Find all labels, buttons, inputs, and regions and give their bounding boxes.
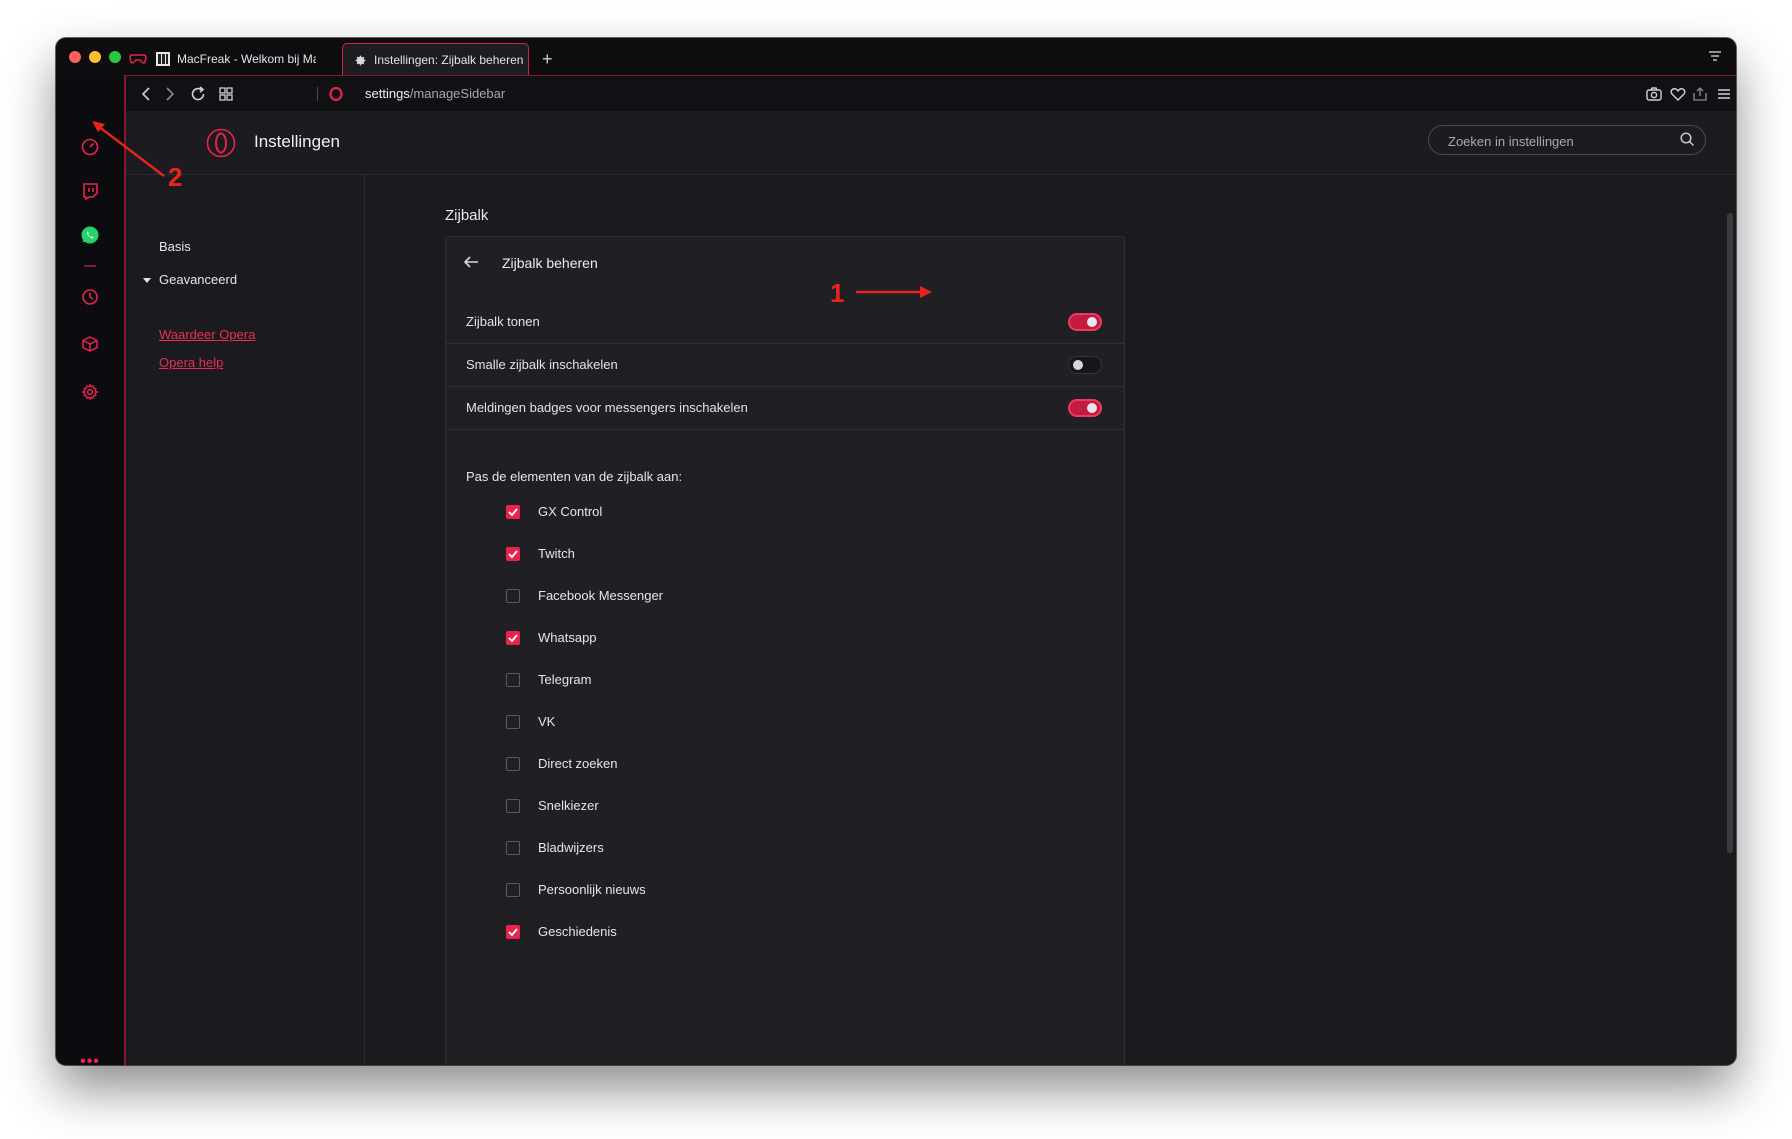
settings-icon[interactable] [78, 380, 102, 404]
new-tab-button[interactable]: + [542, 43, 558, 75]
gear-icon [353, 53, 367, 67]
tab-label: MacFreak - Welkom bij MacF [177, 52, 316, 66]
card-title: Zijbalk beheren [502, 255, 598, 271]
sidebar-item-label: Snelkiezer [538, 798, 599, 813]
checkbox-unchecked[interactable] [506, 841, 520, 855]
settings-search [1428, 125, 1706, 156]
settings-nav: Basis Geavanceerd Waardeer Opera Opera h… [126, 175, 365, 1065]
sidebar-item-option[interactable]: Facebook Messenger [506, 589, 906, 609]
share-icon[interactable] [1688, 82, 1712, 106]
sidebar-item-option[interactable]: Snelkiezer [506, 799, 906, 819]
sidebar-item-option[interactable]: Bladwijzers [506, 841, 906, 861]
sidebar-item-option[interactable]: Direct zoeken [506, 757, 906, 777]
sidebar-item-option[interactable]: Persoonlijk nieuws [506, 883, 906, 903]
sidebar-item-option[interactable]: GX Control [506, 505, 906, 525]
sidebar-item-label: Geschiedenis [538, 924, 617, 939]
sidebar-item-option[interactable]: VK [506, 715, 906, 735]
annotation-label-1: 1 [830, 278, 845, 308]
checkbox-unchecked[interactable] [506, 799, 520, 813]
search-input[interactable] [1446, 126, 1670, 156]
nav-basis[interactable]: Basis [159, 239, 191, 254]
twitch-icon[interactable] [78, 179, 102, 203]
address-divider [317, 87, 318, 101]
nav-advanced[interactable]: Geavanceerd [143, 272, 237, 287]
url-field[interactable]: settings/manageSidebar [365, 86, 505, 101]
reload-icon[interactable] [186, 82, 210, 106]
checkbox-checked[interactable] [506, 547, 520, 561]
toggle-row-narrow-sidebar: Smalle zijbalk inschakelen [446, 344, 1124, 387]
sidebar-item-label: Direct zoeken [538, 756, 618, 771]
show-sidebar-toggle[interactable] [1068, 313, 1102, 331]
sidebar-divider [84, 265, 96, 267]
annotation-arrow-1 [856, 286, 932, 298]
checkbox-unchecked[interactable] [506, 673, 520, 687]
more-icon[interactable]: ••• [78, 1050, 102, 1065]
tab-menu-icon[interactable] [1708, 48, 1724, 64]
toggle-row-badges: Meldingen badges voor messengers inschak… [446, 387, 1124, 430]
macfreak-favicon-icon [156, 52, 170, 66]
maximize-window-button[interactable] [109, 51, 121, 63]
sidebar-item-label: VK [538, 714, 556, 729]
search-icon[interactable] [1680, 132, 1695, 152]
checkbox-checked[interactable] [506, 925, 520, 939]
customize-title: Pas de elementen van de zijbalk aan: [466, 469, 683, 484]
toggle-label: Meldingen badges voor messengers inschak… [466, 400, 748, 415]
page-title: Instellingen [254, 132, 341, 151]
toggle-label: Zijbalk tonen [466, 314, 540, 329]
close-window-button[interactable] [69, 51, 81, 63]
heart-icon[interactable] [1666, 82, 1690, 106]
sidebar-item-label: GX Control [538, 504, 603, 519]
history-icon[interactable] [78, 285, 102, 309]
sidebar-item-option[interactable]: Whatsapp [506, 631, 906, 651]
back-icon[interactable] [134, 82, 158, 106]
manage-sidebar-card: Zijbalk beheren Zijbalk tonen Smalle zij… [445, 236, 1125, 1065]
browser-window: MacFreak - Welkom bij MacF Instellingen:… [56, 38, 1736, 1065]
sidebar-item-label: Facebook Messenger [538, 588, 664, 603]
annotation-label-2: 2 [168, 162, 183, 192]
checkbox-checked[interactable] [506, 505, 520, 519]
sidebar-item-option[interactable]: Twitch [506, 547, 906, 567]
sidebar-item-label: Telegram [538, 672, 592, 687]
checkbox-unchecked[interactable] [506, 883, 520, 897]
annotation-arrow-2 [92, 121, 165, 177]
badges-toggle[interactable] [1068, 399, 1102, 417]
rate-opera-link[interactable]: Waardeer Opera [159, 327, 255, 342]
checkbox-unchecked[interactable] [506, 757, 520, 771]
sidebar-item-label: Persoonlijk nieuws [538, 882, 646, 897]
checkbox-unchecked[interactable] [506, 715, 520, 729]
cube-icon[interactable] [78, 332, 102, 356]
checkbox-checked[interactable] [506, 631, 520, 645]
sidebar-item-label: Twitch [538, 546, 575, 561]
card-header: Zijbalk beheren [446, 237, 1124, 289]
tab-label: Instellingen: Zijbalk beheren [374, 53, 524, 67]
opera-help-link[interactable]: Opera help [159, 355, 223, 370]
sidebar-item-label: Whatsapp [538, 630, 597, 645]
toggle-row-show-sidebar: Zijbalk tonen [446, 301, 1124, 344]
narrow-sidebar-toggle[interactable] [1068, 356, 1102, 374]
sidebar-item-label: Bladwijzers [538, 840, 604, 855]
easy-setup-icon[interactable] [1712, 82, 1736, 106]
expand-caret-icon [143, 278, 151, 284]
minimize-window-button[interactable] [89, 51, 101, 63]
forward-icon[interactable] [158, 82, 182, 106]
settings-header: Instellingen [126, 111, 1736, 175]
sidebar-item-option[interactable]: Telegram [506, 673, 906, 693]
opera-sidebar: ••• [56, 75, 126, 1065]
sidebar-item-option[interactable]: Geschiedenis [506, 925, 906, 945]
gx-gamepad-icon[interactable] [129, 43, 149, 75]
opera-logo-icon [324, 82, 348, 106]
checkbox-unchecked[interactable] [506, 589, 520, 603]
address-bar: settings/manageSidebar [126, 75, 1736, 112]
back-arrow-icon[interactable] [462, 253, 482, 273]
tab-strip: MacFreak - Welkom bij MacF Instellingen:… [56, 38, 1736, 76]
scrollbar[interactable] [1727, 213, 1733, 853]
tab-settings[interactable]: Instellingen: Zijbalk beheren [342, 43, 529, 76]
whatsapp-icon[interactable] [78, 223, 102, 247]
section-title: Zijbalk [445, 207, 489, 224]
tabs-grid-icon[interactable] [214, 82, 238, 106]
camera-icon[interactable] [1642, 82, 1666, 106]
toggle-label: Smalle zijbalk inschakelen [466, 357, 618, 372]
opera-logo-icon [206, 128, 236, 158]
tab-macfreak[interactable]: MacFreak - Welkom bij MacF [156, 43, 316, 75]
